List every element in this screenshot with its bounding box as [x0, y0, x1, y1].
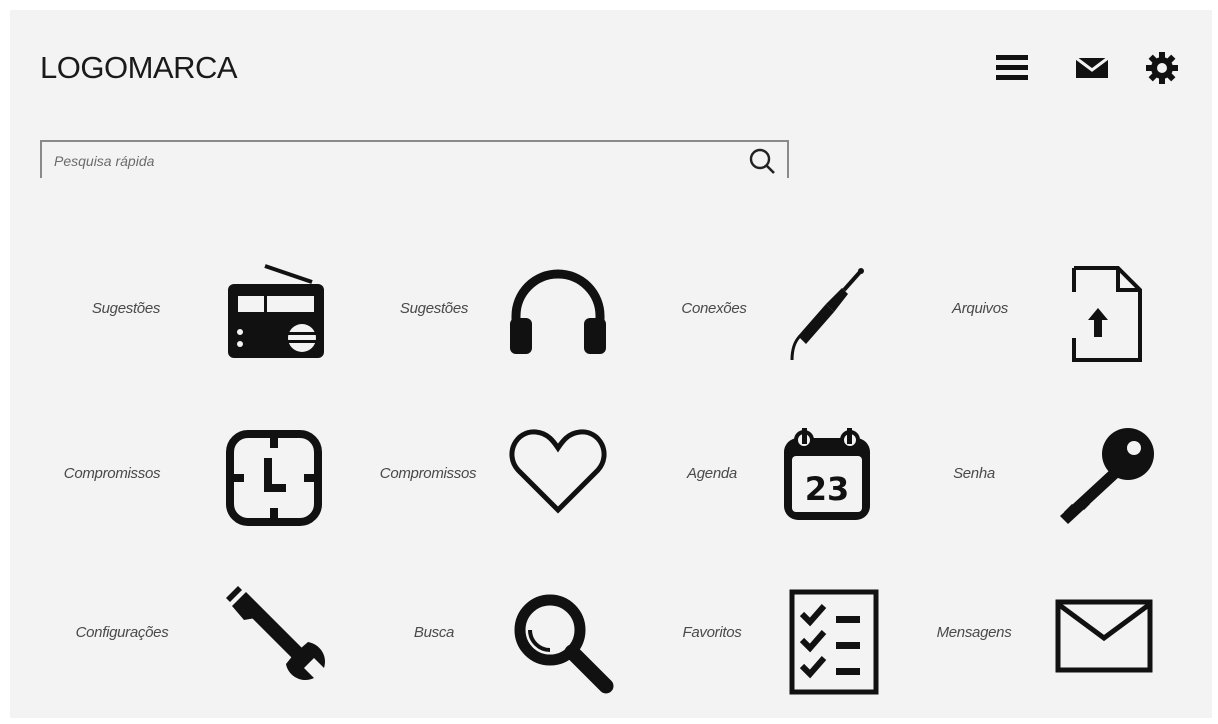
- wrench-icon[interactable]: [224, 584, 334, 699]
- grid-label-configuracoes[interactable]: Configurações: [42, 624, 202, 641]
- envelope-icon[interactable]: [1054, 598, 1154, 679]
- file-upload-icon[interactable]: [1064, 264, 1144, 369]
- search-icon[interactable]: [747, 146, 777, 176]
- grid-label-agenda[interactable]: Agenda: [632, 465, 792, 482]
- grid-label-conexoes[interactable]: Conexões: [634, 300, 794, 317]
- grid-label-favoritos[interactable]: Favoritos: [632, 624, 792, 641]
- heart-icon[interactable]: [508, 426, 608, 521]
- grid-label-busca[interactable]: Busca: [354, 624, 514, 641]
- search-input[interactable]: [52, 148, 716, 174]
- audio-jack-icon[interactable]: [788, 264, 868, 369]
- radio-icon[interactable]: [220, 260, 330, 365]
- grid-label-arquivos[interactable]: Arquivos: [900, 300, 1060, 317]
- headphones-icon[interactable]: [508, 266, 608, 361]
- calendar-icon[interactable]: 23: [780, 424, 876, 529]
- grid-label-compromissos-2[interactable]: Compromissos: [348, 465, 508, 482]
- key-icon[interactable]: [1050, 422, 1160, 537]
- search-bar: [40, 140, 789, 178]
- magnifier-icon[interactable]: [510, 590, 620, 705]
- clock-icon[interactable]: [224, 428, 324, 533]
- grid-label-sugestoes[interactable]: Sugestões: [46, 300, 206, 317]
- menu-icon[interactable]: [992, 48, 1032, 88]
- mail-icon[interactable]: [1072, 48, 1112, 88]
- header-actions: [992, 48, 1212, 88]
- grid-label-compromissos[interactable]: Compromissos: [32, 465, 192, 482]
- gear-icon[interactable]: [1142, 48, 1182, 88]
- grid-label-mensagens[interactable]: Mensagens: [894, 624, 1054, 641]
- checklist-icon[interactable]: [786, 588, 882, 703]
- grid-label-sugestoes-2[interactable]: Sugestões: [354, 300, 514, 317]
- calendar-day: 23: [805, 470, 850, 508]
- grid-label-senha[interactable]: Senha: [894, 465, 1054, 482]
- app-frame: LOGOMARCA Pesquisa rápida Sugestões Suge…: [10, 10, 1212, 718]
- logo[interactable]: LOGOMARCA: [40, 50, 238, 86]
